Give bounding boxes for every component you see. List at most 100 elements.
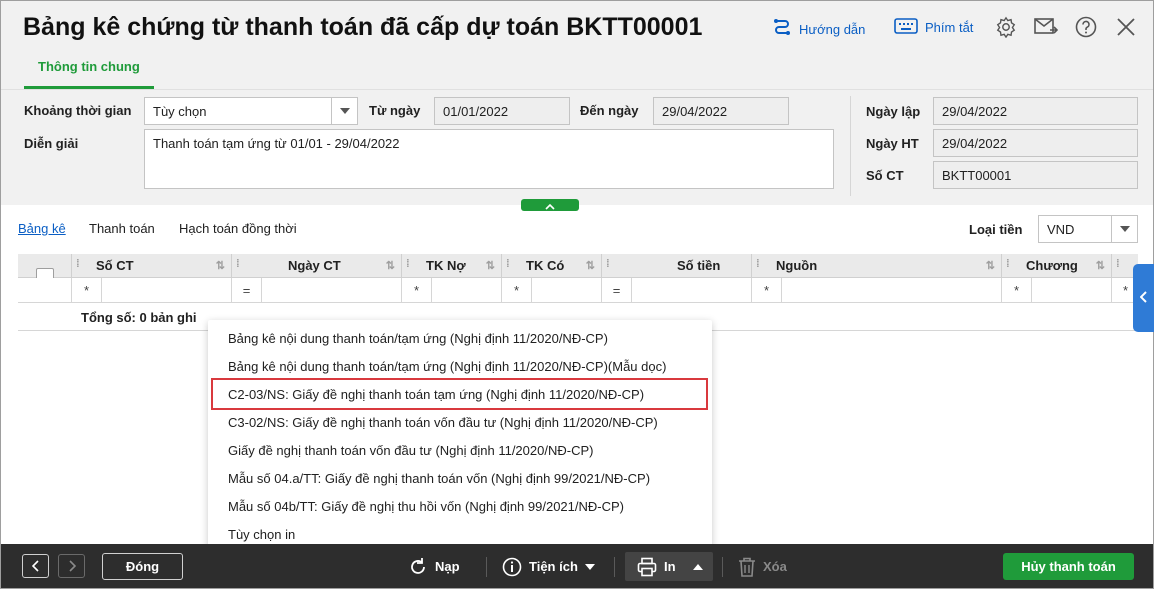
footer-toolbar: Đóng Nạp Tiện ích In Xóa Hủy thanh toán: [1, 544, 1153, 588]
period-value: Tùy chọn: [153, 104, 207, 119]
header: Bảng kê chứng từ thanh toán đã cấp dự to…: [1, 1, 1153, 93]
shortcut-label: Phím tắt: [925, 20, 974, 35]
help-guide-icon: [772, 18, 792, 41]
chevron-down-icon[interactable]: [1111, 216, 1137, 242]
drag-handle-icon: ⁞: [506, 258, 510, 270]
filter-source[interactable]: *: [751, 278, 1001, 302]
drag-handle-icon: ⁞: [406, 258, 410, 270]
column-credit-account[interactable]: ⁞ TK Có ⇅: [501, 254, 601, 277]
page-title: Bảng kê chứng từ thanh toán đã cấp dự to…: [23, 13, 703, 41]
side-panel-toggle[interactable]: [1133, 264, 1154, 332]
from-date-field[interactable]: 01/01/2022: [434, 97, 570, 125]
chevron-down-icon[interactable]: [331, 98, 357, 124]
currency-label: Loại tiền: [969, 222, 1023, 237]
period-label: Khoảng thời gian: [24, 103, 132, 118]
sort-icon[interactable]: ⇅: [986, 259, 995, 272]
chevron-left-icon: [1139, 290, 1148, 306]
menu-item[interactable]: Mẫu số 04.a/TT: Giấy đề nghị thanh toán …: [228, 471, 650, 486]
tab-simultaneous-accounting[interactable]: Hạch toán đồng thời: [179, 221, 297, 236]
currency-select[interactable]: VND: [1038, 215, 1138, 243]
collapse-form-button[interactable]: [521, 199, 579, 211]
shortcut-link[interactable]: Phím tắt: [894, 18, 973, 37]
help-link[interactable]: Hướng dẫn: [772, 18, 865, 41]
keyboard-icon: [894, 18, 918, 37]
filter-voucher-no[interactable]: *: [71, 278, 231, 302]
drag-handle-icon: ⁞: [76, 258, 80, 270]
print-menu: Bảng kê nội dung thanh toán/tạm ứng (Ngh…: [208, 320, 712, 550]
close-icon[interactable]: [1114, 15, 1138, 39]
drag-handle-icon: ⁞: [236, 258, 240, 270]
drag-handle-icon: ⁞: [606, 258, 610, 270]
menu-item[interactable]: C3-02/NS: Giấy đề nghị thanh toán vốn đầ…: [228, 415, 658, 430]
info-icon: [502, 557, 522, 576]
filter-voucher-date[interactable]: =: [231, 278, 401, 302]
grid-header: ⁞ Số CT ⇅ ⁞ Ngày CT ⇅ ⁞ TK Nợ ⇅ ⁞ TK Có …: [18, 254, 1138, 286]
grid-filter-row: * = * * = * * *: [18, 278, 1138, 303]
voucher-number-label: Số CT: [866, 168, 904, 183]
drag-handle-icon: ⁞: [1116, 258, 1120, 270]
menu-item-print-options[interactable]: Tùy chọn in: [228, 527, 295, 542]
help-label: Hướng dẫn: [799, 22, 866, 37]
gear-icon[interactable]: [994, 15, 1018, 39]
tab-general-info[interactable]: Thông tin chung: [24, 51, 154, 89]
tab-list[interactable]: Bảng kê: [18, 221, 66, 236]
menu-item[interactable]: Giấy đề nghị thanh toán vốn đầu tư (Nghị…: [228, 443, 593, 458]
next-button[interactable]: [58, 554, 85, 578]
created-date-field[interactable]: 29/04/2022: [933, 97, 1138, 125]
column-chapter[interactable]: ⁞ Chương ⇅: [1001, 254, 1111, 277]
delete-button[interactable]: Xóa: [738, 553, 787, 580]
column-voucher-no[interactable]: ⁞ Số CT ⇅: [71, 254, 231, 277]
close-button[interactable]: Đóng: [102, 553, 183, 580]
menu-item-highlighted[interactable]: C2-03/NS: Giấy đề nghị thanh toán tạm ứn…: [228, 387, 644, 402]
utility-button[interactable]: Tiện ích: [502, 553, 595, 580]
column-source[interactable]: ⁞ Nguồn ⇅: [751, 254, 1001, 277]
menu-item[interactable]: Mẫu số 04b/TT: Giấy đề nghị thu hồi vốn …: [228, 499, 624, 514]
sort-icon[interactable]: ⇅: [1096, 259, 1105, 272]
footer-divider: [614, 557, 615, 577]
reload-button[interactable]: Nạp: [408, 553, 460, 580]
voucher-number-field[interactable]: BKTT00001: [933, 161, 1138, 189]
previous-button[interactable]: [22, 554, 49, 578]
sort-icon[interactable]: ⇅: [216, 259, 225, 272]
chevron-right-icon: [68, 560, 76, 572]
filter-debit-account[interactable]: *: [401, 278, 501, 302]
column-amount[interactable]: ⁞ Số tiền: [601, 254, 751, 277]
caret-down-icon: [584, 563, 595, 570]
period-select[interactable]: Tùy chọn: [144, 97, 358, 125]
chevron-up-icon: [545, 198, 555, 213]
description-label: Diễn giải: [24, 136, 79, 151]
filter-amount[interactable]: =: [601, 278, 751, 302]
total-records: Tổng số: 0 bản ghi: [81, 310, 197, 325]
printer-icon: [637, 557, 657, 576]
menu-item[interactable]: Bảng kê nội dung thanh toán/tạm ứng (Ngh…: [228, 331, 608, 346]
filter-chapter[interactable]: *: [1001, 278, 1111, 302]
help-icon[interactable]: [1074, 15, 1098, 39]
filter-credit-account[interactable]: *: [501, 278, 601, 302]
print-button[interactable]: In: [637, 553, 703, 580]
to-date-label: Đến ngày: [580, 103, 639, 118]
tab-payment[interactable]: Thanh toán: [89, 221, 155, 236]
column-voucher-date[interactable]: ⁞ Ngày CT ⇅: [231, 254, 401, 277]
column-debit-account[interactable]: ⁞ TK Nợ ⇅: [401, 254, 501, 277]
sort-icon[interactable]: ⇅: [486, 259, 495, 272]
sort-icon[interactable]: ⇅: [586, 259, 595, 272]
from-date-label: Từ ngày: [369, 103, 421, 118]
mail-forward-icon[interactable]: [1034, 15, 1058, 39]
cancel-payment-button[interactable]: Hủy thanh toán: [1003, 553, 1134, 580]
caret-up-icon: [692, 563, 703, 570]
trash-icon: [739, 557, 755, 577]
footer-divider: [722, 557, 723, 577]
refresh-icon: [411, 557, 425, 574]
accounting-date-field[interactable]: 29/04/2022: [933, 129, 1138, 157]
accounting-date-label: Ngày HT: [866, 136, 919, 151]
to-date-field[interactable]: 29/04/2022: [653, 97, 789, 125]
description-field[interactable]: Thanh toán tạm ứng từ 01/01 - 29/04/2022: [144, 129, 834, 189]
menu-item[interactable]: Bảng kê nội dung thanh toán/tạm ứng (Ngh…: [228, 359, 666, 374]
drag-handle-icon: ⁞: [1006, 258, 1010, 270]
sort-icon[interactable]: ⇅: [386, 259, 395, 272]
chevron-left-icon: [31, 560, 39, 572]
form-divider: [850, 96, 851, 196]
currency-value: VND: [1047, 222, 1075, 237]
drag-handle-icon: ⁞: [756, 258, 760, 270]
footer-divider: [486, 557, 487, 577]
